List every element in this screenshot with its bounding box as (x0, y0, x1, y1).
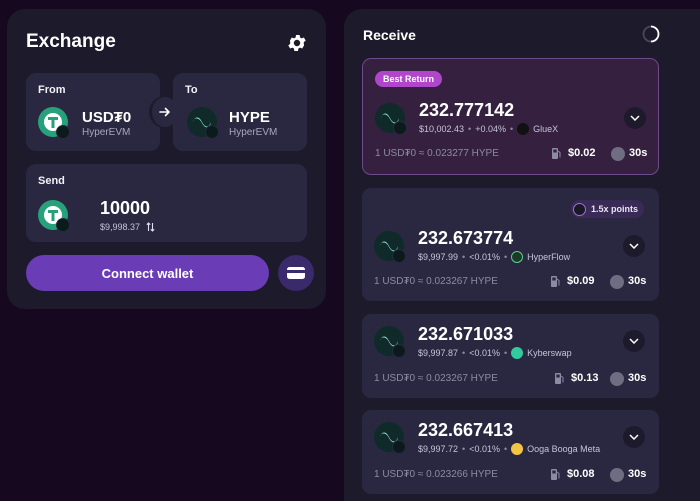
send-amount-card: Send 10000 $9,998.37 (26, 164, 307, 242)
spinner-icon (642, 25, 660, 43)
to-label: To (185, 84, 198, 96)
clock-icon (610, 275, 624, 289)
chevron-down-icon[interactable] (623, 426, 645, 448)
hyperevm-chain-icon (392, 249, 406, 263)
quote-provider: GlueX (533, 124, 559, 134)
quote-pct: <0.01% (469, 444, 500, 454)
quote-card[interactable]: 1.5x points 232.673774 $9,997.99 • <0.01… (362, 188, 659, 301)
gas-icon (551, 276, 560, 287)
quote-pct: <0.01% (469, 348, 500, 358)
quote-usd: $9,997.99 (418, 252, 459, 262)
hyperflow-icon (511, 251, 524, 263)
receive-title: Receive (363, 27, 416, 43)
to-token-symbol: HYPE (229, 109, 270, 126)
gas-icon (551, 469, 560, 480)
connect-wallet-button[interactable]: Connect wallet (26, 255, 269, 291)
quote-time: 30s (628, 468, 647, 480)
gas-icon (552, 148, 561, 159)
quote-rate: 1 USD₮0 ≈ 0.023266 HYPE (374, 469, 498, 480)
hyperevm-chain-icon (56, 125, 70, 139)
quote-time: 30s (628, 275, 647, 287)
quote-time: 30s (628, 372, 647, 384)
exchange-panel: Exchange From USD₮0 HyperEVM To HYPE Hyp… (7, 9, 326, 309)
from-token-chain: HyperEVM (82, 127, 131, 138)
quote-gas: $0.08 (567, 468, 595, 480)
points-icon (573, 202, 586, 216)
gluex-icon (517, 123, 530, 135)
quote-card[interactable]: 232.671033 $9,997.87 • <0.01% • Kyberswa… (362, 314, 659, 398)
hyperevm-chain-icon (56, 218, 70, 232)
quote-amount: 232.673774 (418, 228, 514, 248)
clock-icon (610, 372, 624, 386)
send-label: Send (38, 175, 65, 187)
send-usd-value: $9,998.37 (100, 222, 155, 232)
wallet-icon (287, 267, 305, 279)
receive-panel: Receive Best Return 232.777142 $10,002.4… (344, 9, 700, 501)
from-token-selector[interactable]: From USD₮0 HyperEVM (26, 73, 160, 151)
quote-gas: $0.02 (568, 147, 596, 159)
swap-icon[interactable] (146, 222, 155, 232)
clock-icon (611, 147, 625, 161)
quote-amount: 232.777142 (419, 100, 515, 120)
quote-provider: Kyberswap (527, 348, 572, 358)
quote-meta: $9,997.87 • <0.01% • Kyberswap (418, 347, 572, 359)
wallet-button[interactable] (278, 255, 314, 291)
quote-amount: 232.671033 (418, 324, 514, 344)
quote-rate: 1 USD₮0 ≈ 0.023277 HYPE (375, 148, 499, 159)
clock-icon (610, 468, 624, 482)
chevron-down-icon[interactable] (623, 235, 645, 257)
best-return-badge: Best Return (375, 71, 443, 87)
gear-icon[interactable] (286, 32, 308, 54)
hyperevm-chain-icon (392, 440, 406, 454)
points-label: 1.5x points (591, 204, 639, 214)
quote-usd: $9,997.87 (418, 348, 459, 358)
gas-icon (555, 373, 564, 384)
ooga-booga-icon (511, 443, 524, 455)
from-token-symbol: USD₮0 (82, 109, 132, 126)
chevron-down-icon[interactable] (623, 330, 645, 352)
quote-meta: $10,002.43 • +0.04% • GlueX (419, 123, 559, 135)
send-amount-input[interactable]: 10000 (100, 198, 150, 219)
quote-provider: HyperFlow (527, 252, 571, 262)
arrow-right-icon (159, 107, 170, 117)
quote-meta: $9,997.99 • <0.01% • HyperFlow (418, 251, 571, 263)
quote-rate: 1 USD₮0 ≈ 0.023267 HYPE (374, 276, 498, 287)
send-usd-text: $9,998.37 (100, 222, 141, 232)
chevron-down-icon[interactable] (624, 107, 646, 129)
quote-pct: +0.04% (475, 124, 506, 134)
to-token-selector[interactable]: To HYPE HyperEVM (173, 73, 307, 151)
from-label: From (38, 84, 66, 96)
quote-gas: $0.09 (567, 275, 595, 287)
hyperevm-chain-icon (205, 125, 219, 139)
quote-meta: $9,997.72 • <0.01% • Ooga Booga Meta (418, 443, 601, 455)
quote-provider: Ooga Booga Meta (527, 444, 601, 454)
quote-usd: $9,997.72 (418, 444, 459, 454)
points-badge: 1.5x points (571, 200, 645, 218)
quote-gas: $0.13 (571, 372, 599, 384)
quote-amount: 232.667413 (418, 420, 514, 440)
quote-card[interactable]: 232.667413 $9,997.72 • <0.01% • Ooga Boo… (362, 410, 659, 494)
quote-time: 30s (629, 147, 648, 159)
hyperevm-chain-icon (392, 344, 406, 358)
quote-card-best[interactable]: Best Return 232.777142 $10,002.43 • +0.0… (362, 58, 659, 175)
kyberswap-icon (511, 347, 524, 359)
quote-pct: <0.01% (469, 252, 500, 262)
to-token-chain: HyperEVM (229, 127, 278, 138)
quote-usd: $10,002.43 (419, 124, 465, 134)
quote-rate: 1 USD₮0 ≈ 0.023267 HYPE (374, 373, 498, 384)
exchange-title: Exchange (26, 31, 116, 52)
hyperevm-chain-icon (393, 121, 407, 135)
